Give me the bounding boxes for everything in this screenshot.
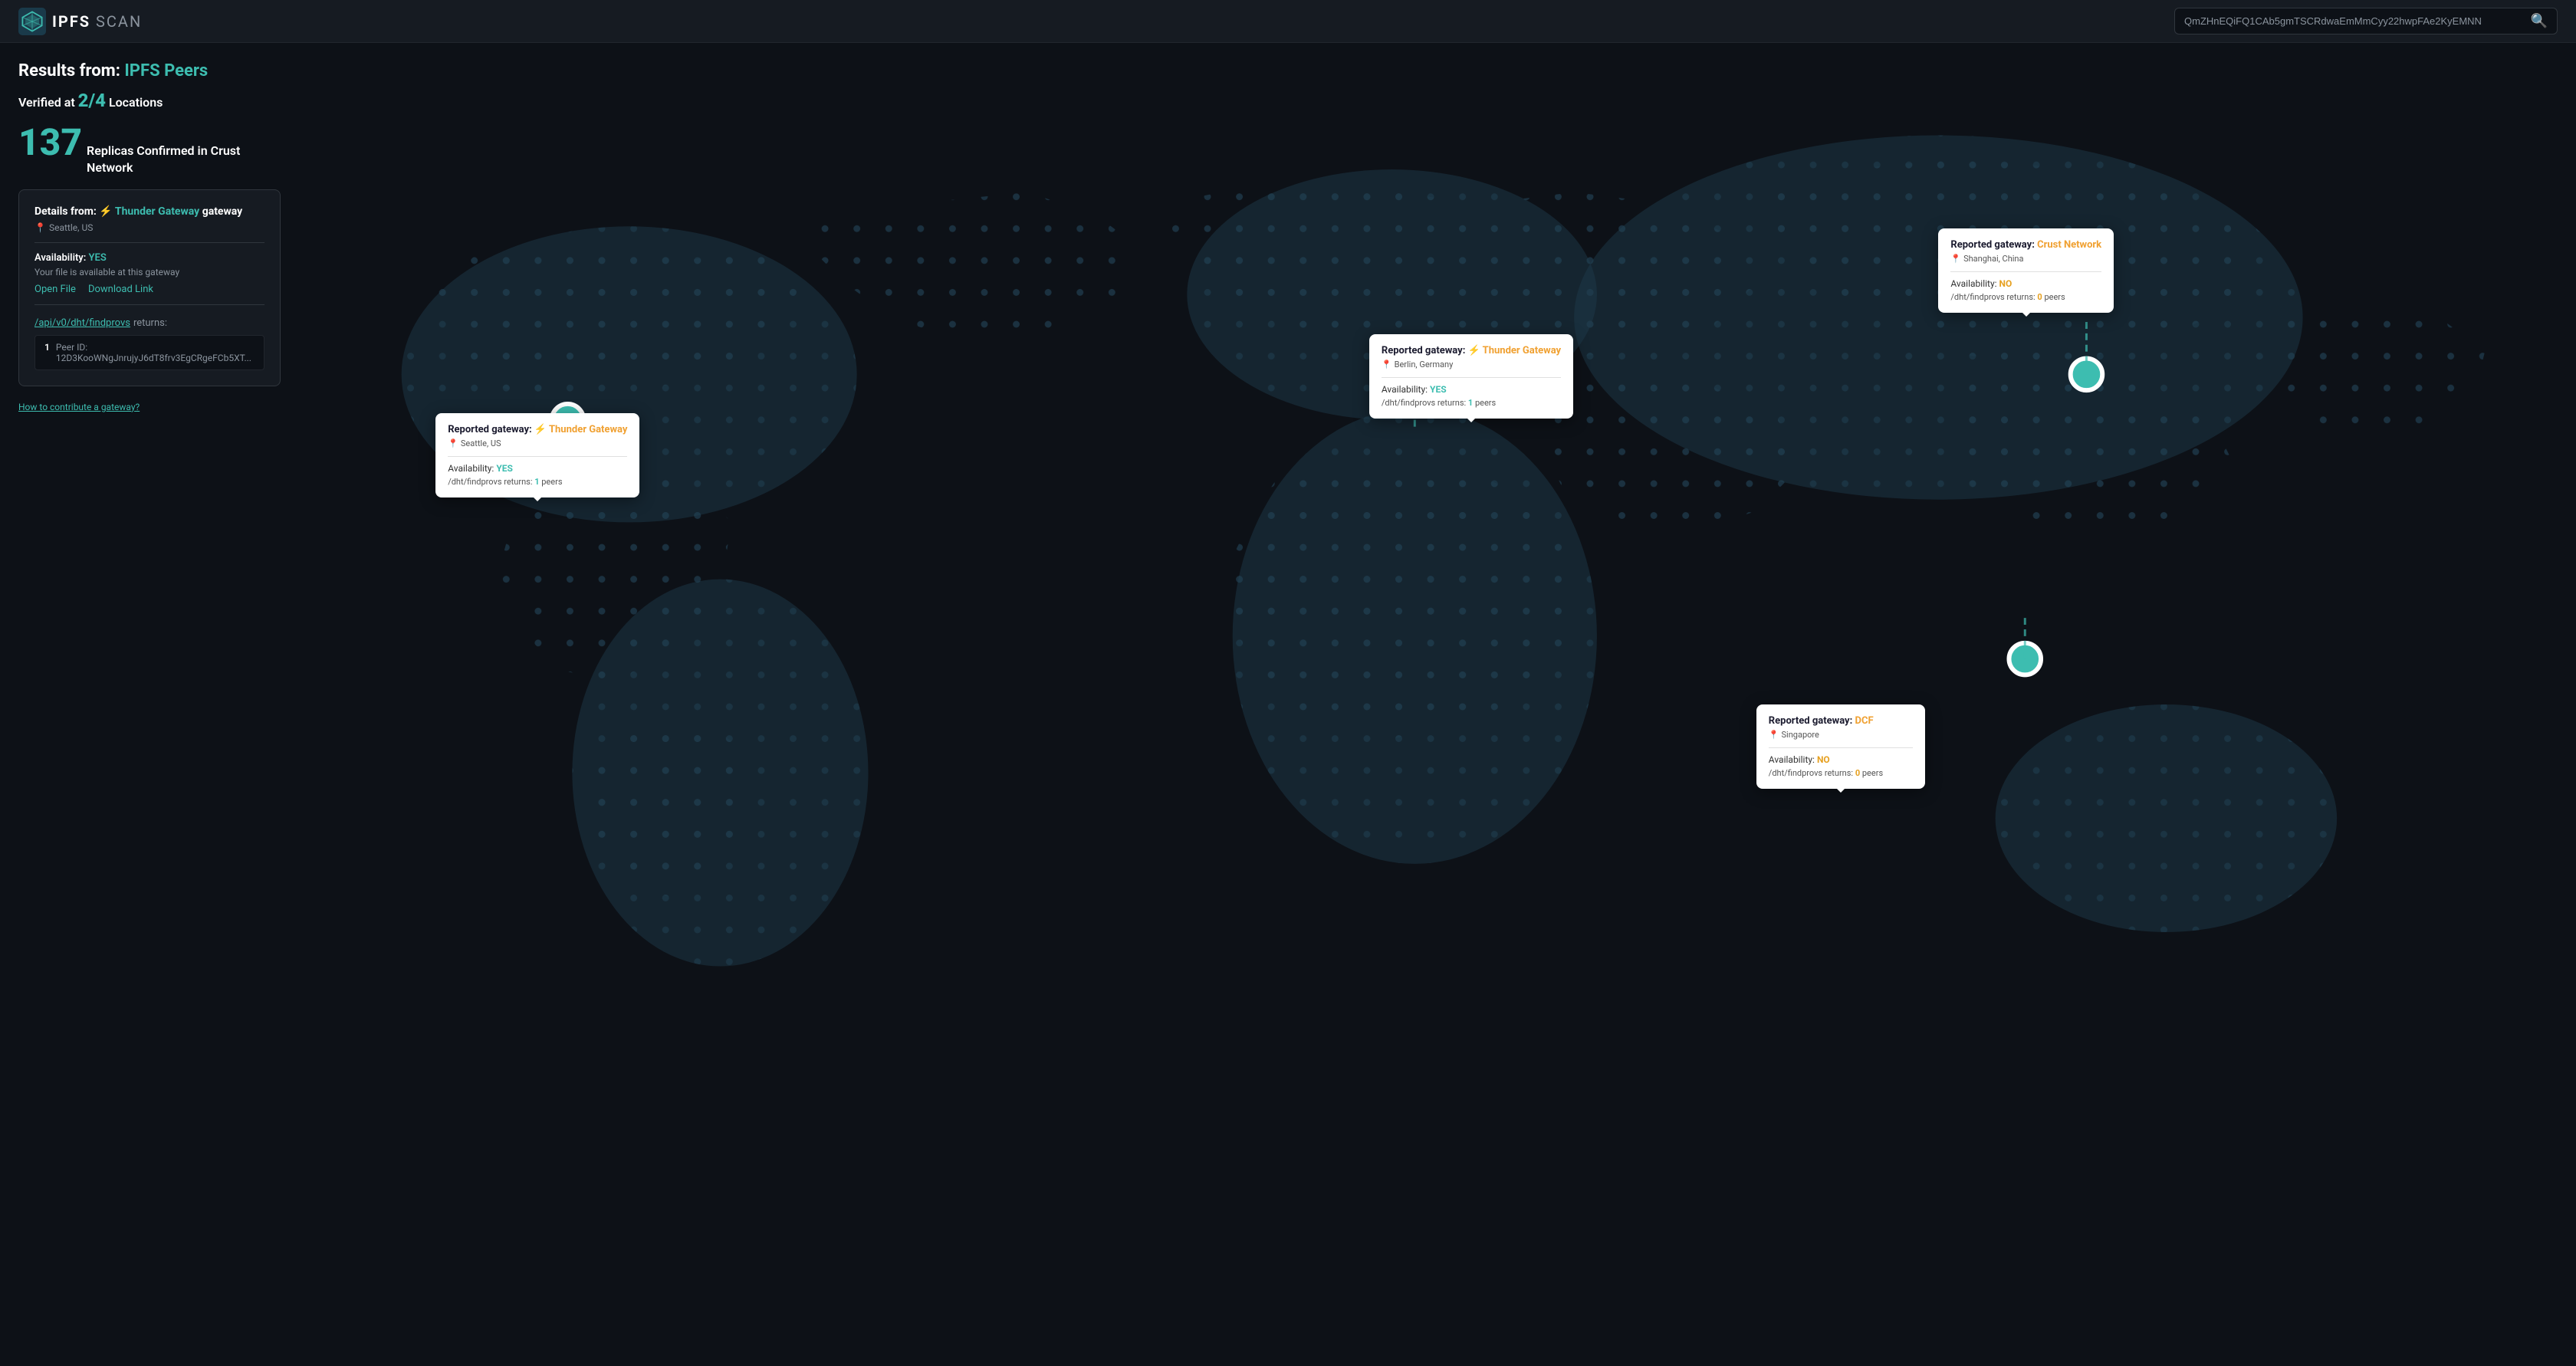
gateway-card-berlin: Reported gateway: ⚡ Thunder Gateway 📍 Be… xyxy=(1369,334,1573,419)
gateway-card-singapore: Reported gateway: DCF 📍 Singapore Availa… xyxy=(1756,704,1925,789)
results-title: Results from: IPFS Peers xyxy=(18,61,281,80)
search-input[interactable] xyxy=(2184,15,2525,27)
singapore-pin-icon: 📍 xyxy=(1769,730,1779,740)
peer-row: 1 Peer ID: 12D3KooWNgJnrujyJ6dT8frv3EgCR… xyxy=(34,335,264,370)
details-card: Details from: ⚡ Thunder Gateway gateway … xyxy=(18,189,281,386)
shanghai-pin-icon: 📍 xyxy=(1950,254,1961,264)
berlin-card-title: Reported gateway: ⚡ Thunder Gateway xyxy=(1382,345,1561,356)
location-pin-icon: 📍 xyxy=(34,222,46,233)
replicas-stat: 137 Replicas Confirmed in Crust Network xyxy=(18,120,281,177)
singapore-card-title: Reported gateway: DCF xyxy=(1769,715,1913,727)
file-links: Open File Download Link xyxy=(34,284,264,295)
search-bar: 🔍 xyxy=(2174,8,2558,34)
gateway-card-shanghai: Reported gateway: Crust Network 📍 Shangh… xyxy=(1938,228,2114,313)
file-available-text: Your file is available at this gateway xyxy=(34,267,264,277)
berlin-availability: Availability: YES xyxy=(1382,384,1561,395)
contribute-gateway-link[interactable]: How to contribute a gateway? xyxy=(18,402,281,412)
berlin-dht: /dht/findprovs returns: 1 peers xyxy=(1382,398,1561,408)
logo: IPFS SCAN xyxy=(18,8,142,35)
ipfs-logo-icon xyxy=(18,8,46,35)
peer-number: 1 xyxy=(44,342,50,363)
seattle-availability: Availability: YES xyxy=(448,463,627,474)
seattle-thunder-icon: ⚡ Thunder Gateway xyxy=(534,424,628,435)
shanghai-card-title: Reported gateway: Crust Network xyxy=(1950,239,2101,251)
details-gateway-title: Details from: ⚡ Thunder Gateway gateway xyxy=(34,205,264,218)
download-link[interactable]: Download Link xyxy=(88,284,153,295)
seattle-pin-icon: 📍 xyxy=(448,438,458,448)
seattle-dht: /dht/findprovs returns: 1 peers xyxy=(448,477,627,487)
shanghai-location: 📍 Shanghai, China xyxy=(1950,254,2101,264)
left-panel: Results from: IPFS Peers Verified at 2/4… xyxy=(0,43,299,1366)
lightning-icon: ⚡ xyxy=(99,205,115,218)
divider-2 xyxy=(34,304,264,305)
divider-1 xyxy=(34,242,264,243)
singapore-dht: /dht/findprovs returns: 0 peers xyxy=(1769,768,1913,778)
header: IPFS SCAN 🔍 xyxy=(0,0,2576,43)
verified-locations: Verified at 2/4 Locations xyxy=(18,90,281,111)
gateway-location: 📍 Seattle, US xyxy=(34,222,264,233)
gateway-card-seattle: Reported gateway: ⚡ Thunder Gateway 📍 Se… xyxy=(435,413,639,497)
shanghai-availability: Availability: NO xyxy=(1950,278,2101,289)
seattle-card-title: Reported gateway: ⚡ Thunder Gateway xyxy=(448,424,627,435)
main-content: Results from: IPFS Peers Verified at 2/4… xyxy=(0,43,2576,1366)
availability-row: Availability: YES xyxy=(34,252,264,264)
singapore-availability: Availability: NO xyxy=(1769,754,1913,765)
dht-section: /api/v0/dht/findprovs returns: xyxy=(34,314,264,329)
map-area: Reported gateway: ⚡ Thunder Gateway 📍 Se… xyxy=(299,43,2576,1366)
seattle-divider xyxy=(448,456,627,457)
world-map-svg xyxy=(299,43,2576,1366)
berlin-thunder-icon: ⚡ Thunder Gateway xyxy=(1468,345,1562,356)
dht-returns-text: returns: xyxy=(133,317,167,329)
berlin-pin-icon: 📍 xyxy=(1382,360,1392,369)
crust-network-label: Crust Network xyxy=(2037,239,2101,251)
shanghai-divider xyxy=(1950,271,2101,272)
singapore-divider xyxy=(1769,747,1913,748)
peer-id: Peer ID: 12D3KooWNgJnrujyJ6dT8frv3EgCRge… xyxy=(56,342,255,363)
seattle-location: 📍 Seattle, US xyxy=(448,438,627,448)
open-file-link[interactable]: Open File xyxy=(34,284,76,295)
dcf-label: DCF xyxy=(1855,715,1874,727)
dht-api-link[interactable]: /api/v0/dht/findprovs xyxy=(34,317,130,329)
berlin-divider xyxy=(1382,377,1561,378)
search-button[interactable]: 🔍 xyxy=(2531,13,2548,29)
shanghai-dht: /dht/findprovs returns: 0 peers xyxy=(1950,292,2101,302)
logo-text: IPFS SCAN xyxy=(52,12,142,31)
berlin-location: 📍 Berlin, Germany xyxy=(1382,360,1561,369)
singapore-location: 📍 Singapore xyxy=(1769,730,1913,740)
